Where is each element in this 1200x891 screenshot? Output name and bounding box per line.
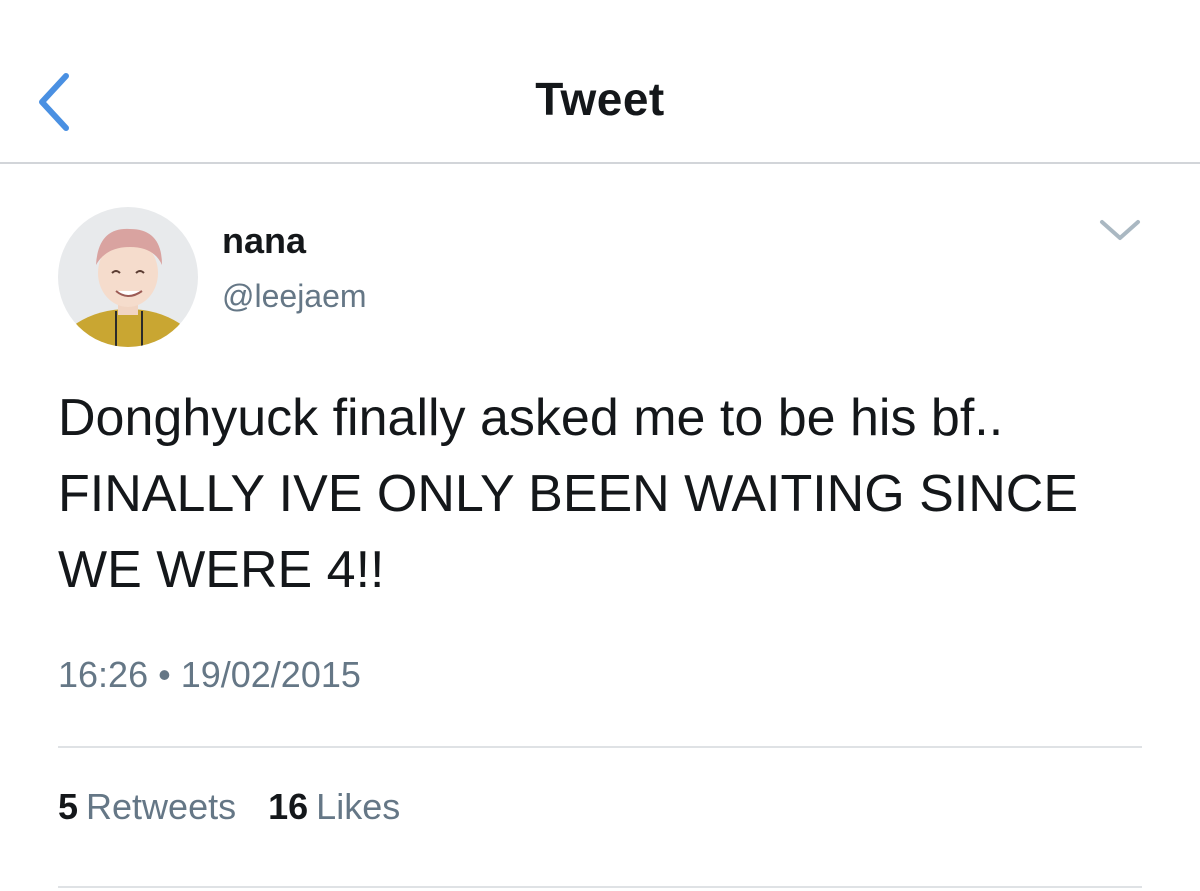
nav-bar: Tweet bbox=[0, 0, 1200, 164]
separator-dot: • bbox=[158, 654, 171, 695]
retweets-stat[interactable]: 5 Retweets bbox=[58, 786, 236, 828]
likes-stat[interactable]: 16 Likes bbox=[268, 786, 400, 828]
divider bbox=[58, 746, 1142, 748]
likes-label: Likes bbox=[316, 786, 401, 827]
likes-count: 16 bbox=[268, 786, 309, 827]
display-name[interactable]: nana bbox=[222, 220, 306, 262]
divider bbox=[58, 886, 1142, 888]
timestamp: 16:26 • 19/02/2015 bbox=[58, 654, 361, 696]
tweet-stats: 5 Retweets 16 Likes bbox=[58, 786, 422, 828]
page-title: Tweet bbox=[535, 73, 665, 125]
user-handle[interactable]: @leejaem bbox=[222, 278, 367, 315]
tweet-text: Donghyuck finally asked me to be his bf.… bbox=[58, 389, 1093, 599]
tweet-menu-button[interactable] bbox=[1096, 214, 1144, 246]
retweets-count: 5 bbox=[58, 786, 79, 827]
avatar-photo bbox=[58, 207, 198, 347]
tweet-date: 19/02/2015 bbox=[180, 654, 361, 695]
chevron-down-icon bbox=[1100, 220, 1140, 240]
retweets-label: Retweets bbox=[86, 786, 237, 827]
tweet-time: 16:26 bbox=[58, 654, 149, 695]
avatar[interactable] bbox=[58, 207, 198, 347]
